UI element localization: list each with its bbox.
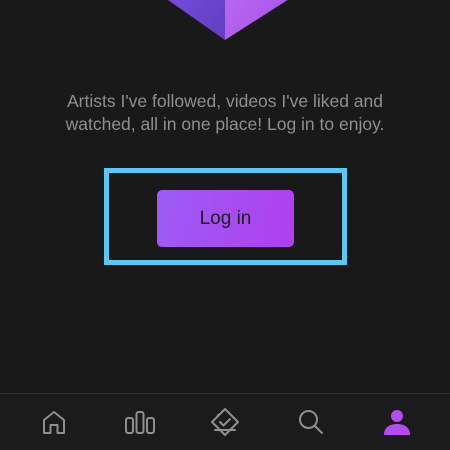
tab-search[interactable] [291, 406, 331, 438]
ticket-check-icon [211, 408, 239, 436]
tab-charts[interactable] [120, 406, 160, 438]
person-icon [384, 410, 410, 435]
bottom-tab-bar [0, 393, 450, 450]
login-button[interactable]: Log in [157, 190, 294, 247]
tab-home[interactable] [34, 406, 74, 438]
search-icon [299, 410, 323, 434]
empty-state-message: Artists I've followed, videos I've liked… [65, 91, 385, 134]
tab-tickets[interactable] [205, 406, 245, 438]
tab-profile[interactable] [377, 406, 417, 438]
app-screen: Artists I've followed, videos I've liked… [0, 0, 450, 450]
bar-chart-icon [125, 411, 155, 434]
home-icon [43, 411, 65, 434]
hero-cube-graphic [168, 0, 288, 40]
